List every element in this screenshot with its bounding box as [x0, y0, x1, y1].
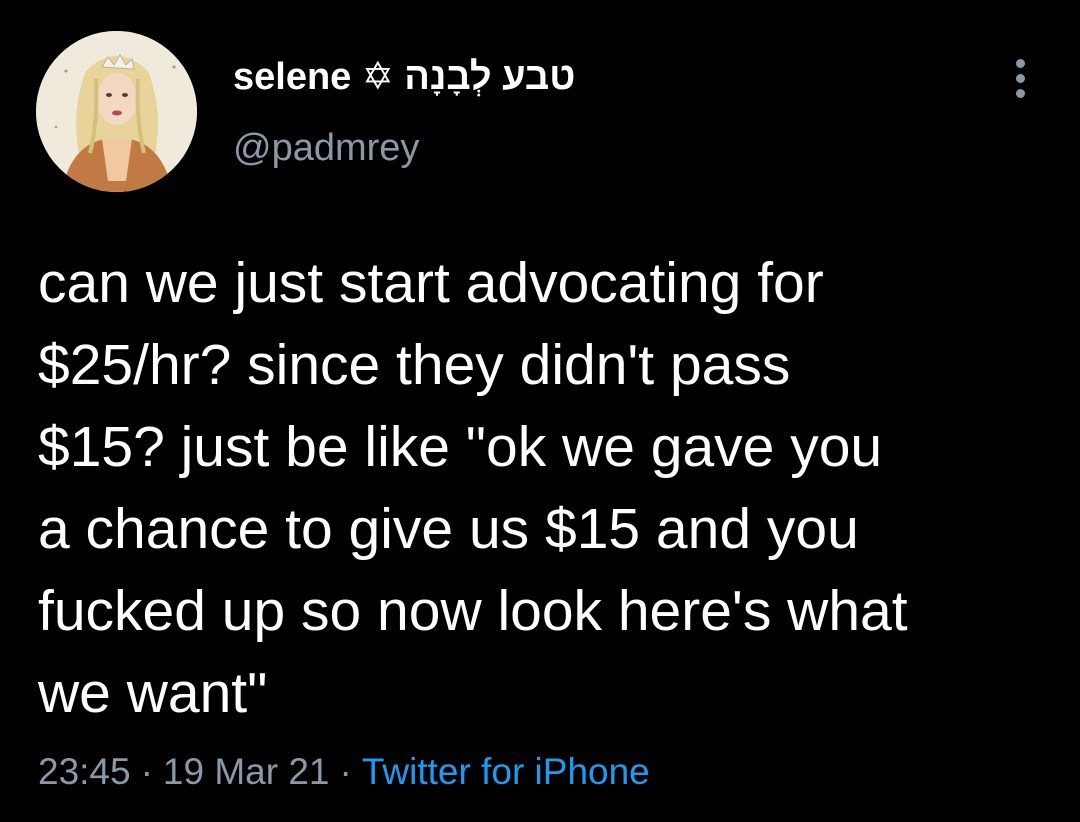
tweet-date: 19 Mar 21	[162, 751, 330, 792]
avatar-illustration	[36, 31, 197, 192]
meta-separator: ·	[339, 751, 352, 792]
user-handle[interactable]: @padmrey	[233, 127, 419, 170]
display-name[interactable]: selene ✡ טבע לְבָנָה	[233, 54, 575, 99]
more-dot	[1016, 74, 1025, 83]
meta-separator: ·	[140, 751, 153, 792]
more-dot	[1016, 89, 1025, 98]
tweet-time: 23:45	[38, 751, 131, 792]
tweet-meta: 23:45 · 19 Mar 21 · Twitter for iPhone	[38, 751, 650, 793]
tweet-source-link[interactable]: Twitter for iPhone	[362, 751, 650, 792]
more-dot	[1016, 59, 1025, 68]
tweet-card: selene ✡ טבע לְבָנָה @padmrey can we jus…	[0, 0, 1080, 822]
more-vertical-icon[interactable]	[1004, 56, 1038, 100]
tweet-text: can we just start advocating for $25/hr?…	[38, 251, 908, 725]
avatar[interactable]	[36, 31, 197, 192]
